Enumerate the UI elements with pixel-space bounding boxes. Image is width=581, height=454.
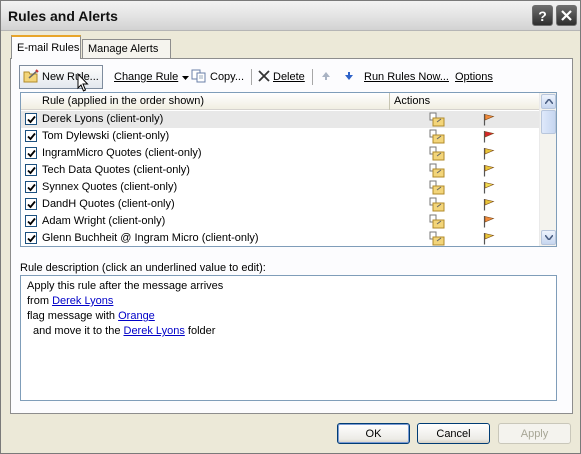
tab-manage-alerts[interactable]: Manage Alerts bbox=[82, 39, 171, 59]
flag-icon bbox=[483, 181, 495, 197]
checkmark-icon bbox=[27, 217, 36, 226]
move-down-button[interactable] bbox=[341, 65, 357, 89]
rule-enabled-checkbox[interactable] bbox=[25, 147, 37, 159]
scroll-down-button[interactable] bbox=[541, 230, 556, 245]
rule-name: IngramMicro Quotes (client-only) bbox=[42, 147, 202, 159]
rules-header: Rule (applied in the order shown) Action… bbox=[21, 93, 539, 110]
rule-row[interactable]: IngramMicro Quotes (client-only) bbox=[21, 145, 539, 162]
arrow-down-icon bbox=[344, 71, 354, 84]
scroll-thumb[interactable] bbox=[541, 110, 556, 134]
rule-row[interactable]: Tech Data Quotes (client-only) bbox=[21, 162, 539, 179]
rule-description-box: Apply this rule after the message arrive… bbox=[20, 275, 557, 401]
new-rule-button[interactable]: New Rule... bbox=[19, 65, 103, 89]
checkmark-icon bbox=[27, 115, 36, 124]
from-sender-link[interactable]: Derek Lyons bbox=[52, 295, 113, 307]
rules-scrollbar[interactable] bbox=[539, 93, 556, 246]
rules-list[interactable]: Rule (applied in the order shown) Action… bbox=[20, 92, 557, 247]
copy-icon bbox=[191, 69, 207, 86]
close-icon bbox=[561, 10, 572, 21]
delete-x-icon bbox=[258, 69, 270, 85]
new-rule-label: New Rule... bbox=[42, 71, 99, 83]
rule-name: Adam Wright (client-only) bbox=[42, 215, 166, 227]
rule-row[interactable]: Tom Dylewski (client-only) bbox=[21, 128, 539, 145]
ok-button[interactable]: OK bbox=[337, 423, 410, 444]
rule-enabled-checkbox[interactable] bbox=[25, 130, 37, 142]
change-rule-menu[interactable]: Change Rule bbox=[111, 65, 192, 89]
checkmark-icon bbox=[27, 149, 36, 158]
rule-name: Tech Data Quotes (client-only) bbox=[42, 164, 190, 176]
actions-column-header[interactable]: Actions bbox=[391, 93, 539, 110]
chevron-down-icon bbox=[544, 235, 553, 240]
flag-color-link[interactable]: Orange bbox=[118, 310, 155, 322]
rule-row[interactable]: Glenn Buchheit @ Ingram Micro (client-on… bbox=[21, 230, 539, 246]
delete-label: Delete bbox=[273, 71, 305, 83]
rule-name: Derek Lyons (client-only) bbox=[42, 113, 164, 125]
checkmark-icon bbox=[27, 132, 36, 141]
rule-description-label: Rule description (click an underlined va… bbox=[20, 262, 266, 274]
scroll-up-button[interactable] bbox=[541, 94, 556, 109]
desc-text: from bbox=[27, 295, 53, 307]
new-rule-icon bbox=[23, 68, 39, 86]
rule-enabled-checkbox[interactable] bbox=[25, 198, 37, 210]
delete-rule-button[interactable]: Delete bbox=[255, 65, 308, 89]
rule-row[interactable]: Derek Lyons (client-only) bbox=[21, 111, 539, 128]
rule-name: Glenn Buchheit @ Ingram Micro (client-on… bbox=[42, 232, 259, 244]
checkmark-icon bbox=[27, 183, 36, 192]
help-button[interactable]: ? bbox=[532, 5, 553, 26]
desc-line-4: and move it to the Derek Lyons folder bbox=[27, 325, 550, 340]
rules-and-alerts-dialog: Rules and Alerts ? E-mail Rules Manage A… bbox=[0, 0, 581, 454]
rule-name: Tom Dylewski (client-only) bbox=[42, 130, 170, 142]
title-bar: Rules and Alerts ? bbox=[1, 1, 580, 31]
flag-icon bbox=[483, 147, 495, 163]
desc-text: and move it to the bbox=[33, 325, 124, 337]
rule-name: Synnex Quotes (client-only) bbox=[42, 181, 178, 193]
flag-icon bbox=[483, 198, 495, 214]
apply-button[interactable]: Apply bbox=[498, 423, 571, 444]
rule-enabled-checkbox[interactable] bbox=[25, 215, 37, 227]
rule-enabled-checkbox[interactable] bbox=[25, 232, 37, 244]
checkmark-icon bbox=[27, 166, 36, 175]
rule-row[interactable]: DandH Quotes (client-only) bbox=[21, 196, 539, 213]
close-button[interactable] bbox=[556, 5, 577, 26]
window-title: Rules and Alerts bbox=[8, 8, 118, 24]
target-folder-link[interactable]: Derek Lyons bbox=[124, 325, 185, 337]
desc-line-1: Apply this rule after the message arrive… bbox=[27, 280, 224, 292]
flag-icon bbox=[483, 215, 495, 231]
rule-column-header[interactable]: Rule (applied in the order shown) bbox=[21, 93, 390, 110]
rule-row[interactable]: Adam Wright (client-only) bbox=[21, 213, 539, 230]
rule-name: DandH Quotes (client-only) bbox=[42, 198, 175, 210]
flag-icon bbox=[483, 164, 495, 180]
options-button[interactable]: Options bbox=[452, 65, 496, 89]
mouse-cursor-icon bbox=[77, 72, 89, 95]
rule-enabled-checkbox[interactable] bbox=[25, 113, 37, 125]
checkmark-icon bbox=[27, 234, 36, 243]
rule-row[interactable]: Synnex Quotes (client-only) bbox=[21, 179, 539, 196]
checkmark-icon bbox=[27, 200, 36, 209]
rule-enabled-checkbox[interactable] bbox=[25, 164, 37, 176]
move-to-folder-icon bbox=[429, 231, 445, 246]
options-label: Options bbox=[455, 71, 493, 83]
cancel-button[interactable]: Cancel bbox=[417, 423, 490, 444]
move-up-button[interactable] bbox=[318, 65, 334, 89]
desc-line-3: flag message with Orange bbox=[27, 310, 550, 325]
rule-enabled-checkbox[interactable] bbox=[25, 181, 37, 193]
arrow-up-icon bbox=[321, 71, 331, 84]
copy-rule-button[interactable]: Copy... bbox=[188, 65, 247, 89]
toolbar-separator bbox=[312, 69, 313, 85]
chevron-up-icon bbox=[544, 99, 553, 104]
tab-email-rules[interactable]: E-mail Rules bbox=[11, 35, 81, 59]
flag-icon bbox=[483, 232, 495, 246]
toolbar-separator bbox=[251, 69, 252, 85]
desc-text: flag message with bbox=[27, 310, 119, 322]
desc-text: folder bbox=[184, 325, 216, 337]
flag-icon bbox=[483, 113, 495, 129]
rules-toolbar: New Rule... Change Rule Copy... Delete R… bbox=[19, 65, 567, 89]
copy-label: Copy... bbox=[210, 71, 245, 83]
run-rules-now-button[interactable]: Run Rules Now... bbox=[361, 65, 452, 89]
desc-line-2: from Derek Lyons bbox=[27, 295, 550, 310]
flag-icon bbox=[483, 130, 495, 146]
change-rule-label: Change Rule bbox=[114, 71, 179, 83]
run-rules-label: Run Rules Now... bbox=[364, 71, 449, 83]
email-rules-panel: New Rule... Change Rule Copy... Delete R… bbox=[10, 58, 573, 414]
